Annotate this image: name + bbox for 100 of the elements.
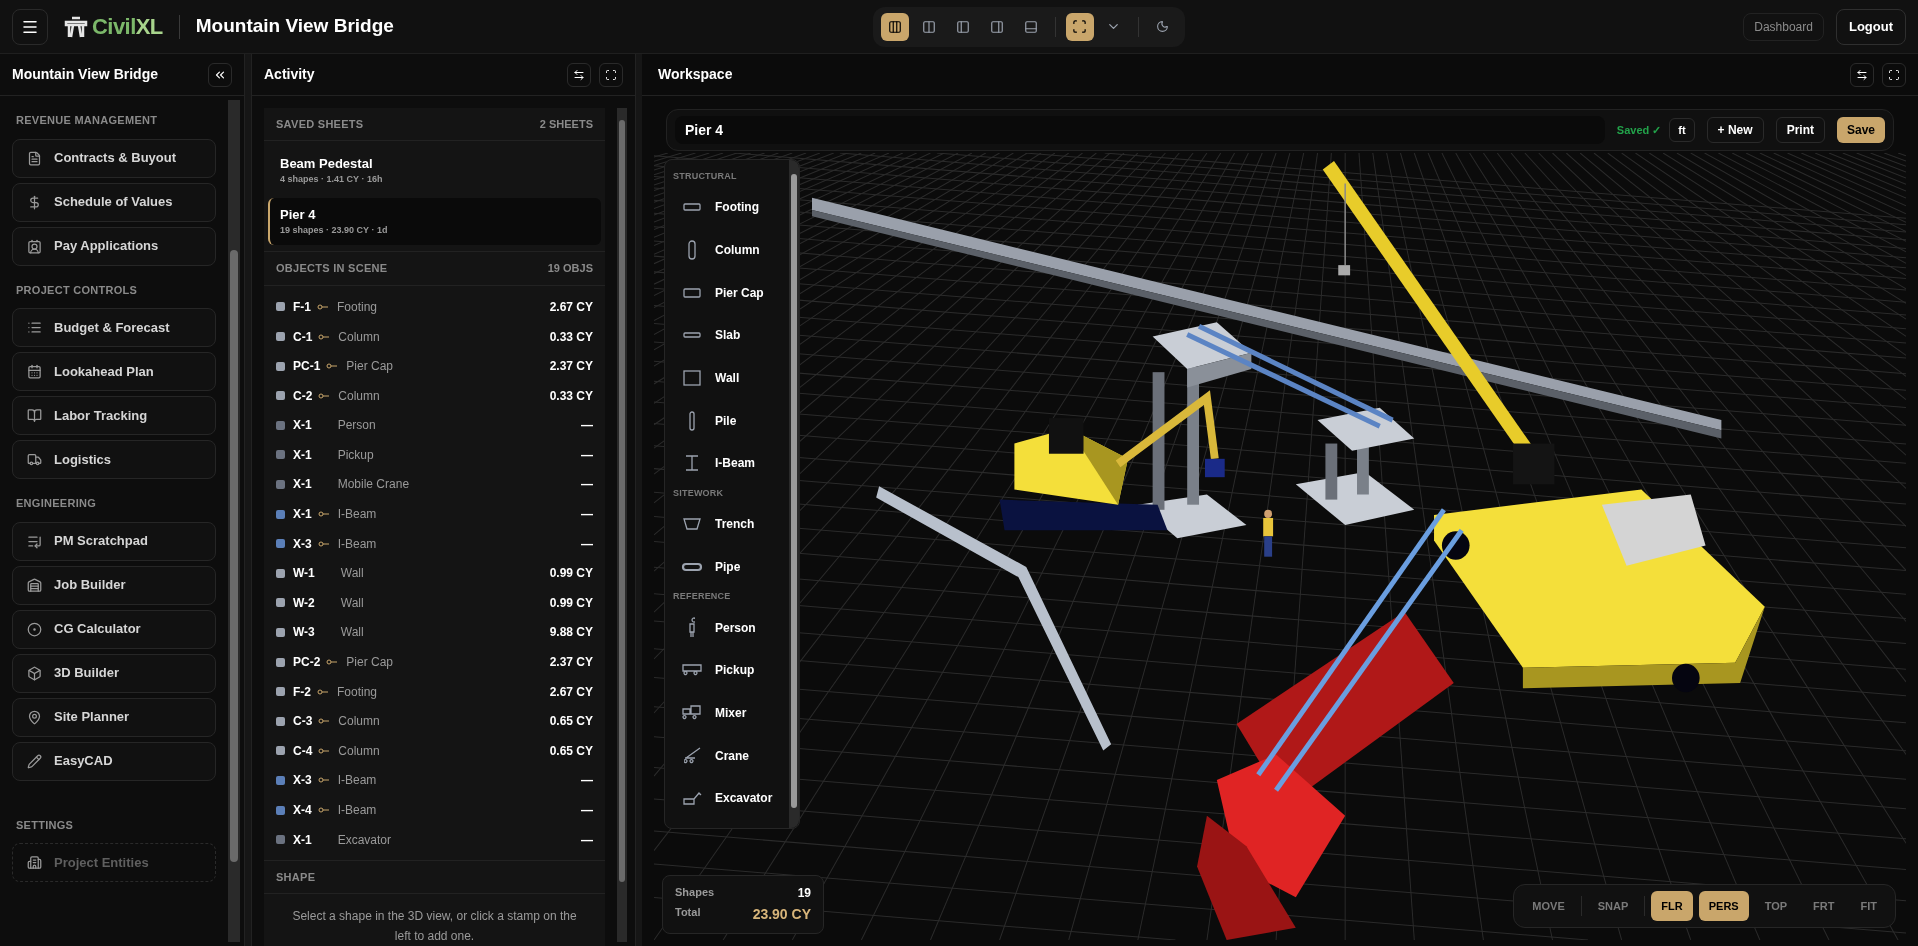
palette-item[interactable]: Column — [673, 228, 789, 272]
nav-item[interactable]: Site Planner — [12, 697, 216, 737]
object-type: Pickup — [337, 446, 374, 464]
toolbar-button[interactable]: + New — [1706, 117, 1764, 143]
scrollbar[interactable] — [789, 160, 799, 828]
nav-item[interactable]: Pay Applications — [12, 226, 216, 266]
object-id: C-1 — [293, 328, 313, 346]
object-volume: — — [581, 476, 593, 494]
camera-button[interactable]: FRT — [1803, 891, 1845, 921]
nav-item[interactable]: EasyCAD — [12, 741, 216, 781]
object-type: Mobile Crane — [337, 476, 410, 494]
nav-icon — [27, 753, 42, 769]
expand-width-button[interactable] — [1850, 62, 1874, 87]
nav-item[interactable]: Labor Tracking — [12, 396, 216, 435]
fullscreen-icon — [1072, 19, 1088, 34]
nav-icon — [27, 238, 42, 254]
toolbar-button[interactable]: Save — [1836, 117, 1885, 143]
nav-item[interactable]: Schedule of Values — [12, 182, 216, 222]
palette-item[interactable]: Slab — [673, 314, 789, 357]
shape-icon — [689, 410, 695, 431]
nav-item[interactable]: Lookahead Plan — [12, 352, 216, 391]
nav-icon — [27, 320, 42, 335]
camera-button[interactable]: MOVE — [1522, 891, 1575, 921]
section-label: SETTINGS — [15, 817, 75, 833]
nav-item[interactable]: Logistics — [12, 440, 216, 479]
scrollbar[interactable] — [617, 108, 627, 942]
sheet-name: Beam Pedestal — [280, 154, 374, 173]
object-type: Person — [337, 417, 376, 435]
object-id: F-2 — [293, 683, 311, 701]
nav-icon — [27, 855, 42, 870]
nav-item[interactable]: CG Calculator — [12, 609, 216, 649]
camera-button[interactable]: PERS — [1698, 891, 1749, 921]
camera-button[interactable]: FIT — [1850, 891, 1887, 921]
palette-item[interactable]: Person — [673, 606, 789, 649]
palette-item[interactable]: Crane — [673, 734, 789, 777]
shape-icon — [681, 561, 703, 572]
menu-button[interactable] — [12, 8, 48, 45]
unit-button[interactable]: ft — [1669, 118, 1695, 142]
header-action-button[interactable]: Dashboard — [1743, 12, 1824, 41]
layout-button[interactable] — [880, 12, 909, 41]
section-label: SAVED SHEETS — [276, 116, 364, 132]
fullscreen-button[interactable] — [1065, 12, 1094, 41]
object-type: Column — [338, 328, 380, 346]
totals-label: Total — [675, 905, 702, 920]
palette-item[interactable]: Pile — [673, 399, 789, 443]
object-volume: 0.65 CY — [549, 742, 593, 760]
object-id: X-3 — [293, 535, 312, 553]
palette-item[interactable]: Footing — [673, 186, 789, 229]
nav-icon — [27, 364, 42, 379]
sheet-name-field[interactable]: Pier 4 — [675, 116, 1605, 144]
nav-item[interactable]: Budget & Forecast — [12, 308, 216, 347]
object-id: PC-1 — [293, 358, 321, 376]
palette-item[interactable]: Pickup — [673, 648, 789, 692]
object-id: W-3 — [293, 624, 315, 642]
object-id: X-4 — [293, 802, 312, 819]
nav-item[interactable]: PM Scratchpad — [12, 521, 216, 561]
layout-icon — [989, 19, 1004, 34]
nav-item[interactable]: Contracts & Buyout — [12, 138, 216, 178]
object-volume: 0.65 CY — [549, 713, 593, 731]
object-type: Column — [338, 387, 380, 405]
object-count: 19 OBJS — [547, 261, 593, 277]
nav-icon — [27, 709, 42, 725]
saved-sheet-item[interactable]: Pier 4 19 shapes · 23.90 CY · 1d — [268, 197, 601, 245]
sheet-count: 2 SHEETS — [539, 116, 593, 132]
nav-item[interactable]: Job Builder — [12, 565, 216, 605]
palette-group-label: STRUCTURAL — [673, 170, 738, 184]
object-volume: 2.67 CY — [549, 683, 593, 701]
palette-item[interactable]: Mixer — [673, 691, 789, 735]
object-type: I-Beam — [337, 772, 377, 790]
object-type: Column — [338, 713, 380, 731]
shape-icon — [685, 455, 699, 472]
fullscreen-icon — [1888, 68, 1900, 81]
fullscreen-button[interactable] — [1882, 62, 1906, 87]
palette-item[interactable]: Trench — [673, 502, 789, 546]
palette-item[interactable]: Excavator — [673, 776, 789, 820]
collapse-button[interactable] — [208, 62, 232, 87]
shape-icon — [682, 791, 702, 805]
fullscreen-button[interactable] — [599, 62, 623, 87]
saved-sheet-item[interactable]: Beam Pedestal 4 shapes · 1.41 CY · 16h — [268, 146, 601, 194]
object-volume: — — [581, 802, 593, 819]
toolbar-button[interactable]: Print — [1775, 117, 1825, 143]
camera-button[interactable]: FLR — [1651, 891, 1693, 921]
object-id: W-1 — [293, 565, 315, 583]
layout-icon — [921, 19, 936, 34]
palette-item[interactable]: I-Beam — [673, 442, 789, 485]
section-label: OBJECTS IN SCENE — [276, 261, 388, 277]
palette-item[interactable]: Pipe — [673, 545, 789, 589]
header-action-button[interactable]: Logout — [1835, 8, 1906, 45]
camera-button[interactable]: TOP — [1754, 891, 1798, 921]
shape-icon — [683, 518, 701, 531]
nav-item[interactable]: 3D Builder — [12, 653, 216, 693]
expand-width-button[interactable] — [567, 62, 591, 87]
palette-item[interactable]: Pier Cap — [673, 271, 789, 315]
camera-button[interactable]: SNAP — [1587, 891, 1639, 921]
object-type: Footing — [337, 298, 378, 316]
palette-group-label: SITEWORK — [673, 487, 725, 501]
object-id: PC-2 — [293, 654, 321, 672]
palette-item[interactable]: Wall — [673, 356, 789, 400]
layout-icon — [1023, 19, 1038, 34]
scrollbar[interactable] — [228, 100, 240, 942]
